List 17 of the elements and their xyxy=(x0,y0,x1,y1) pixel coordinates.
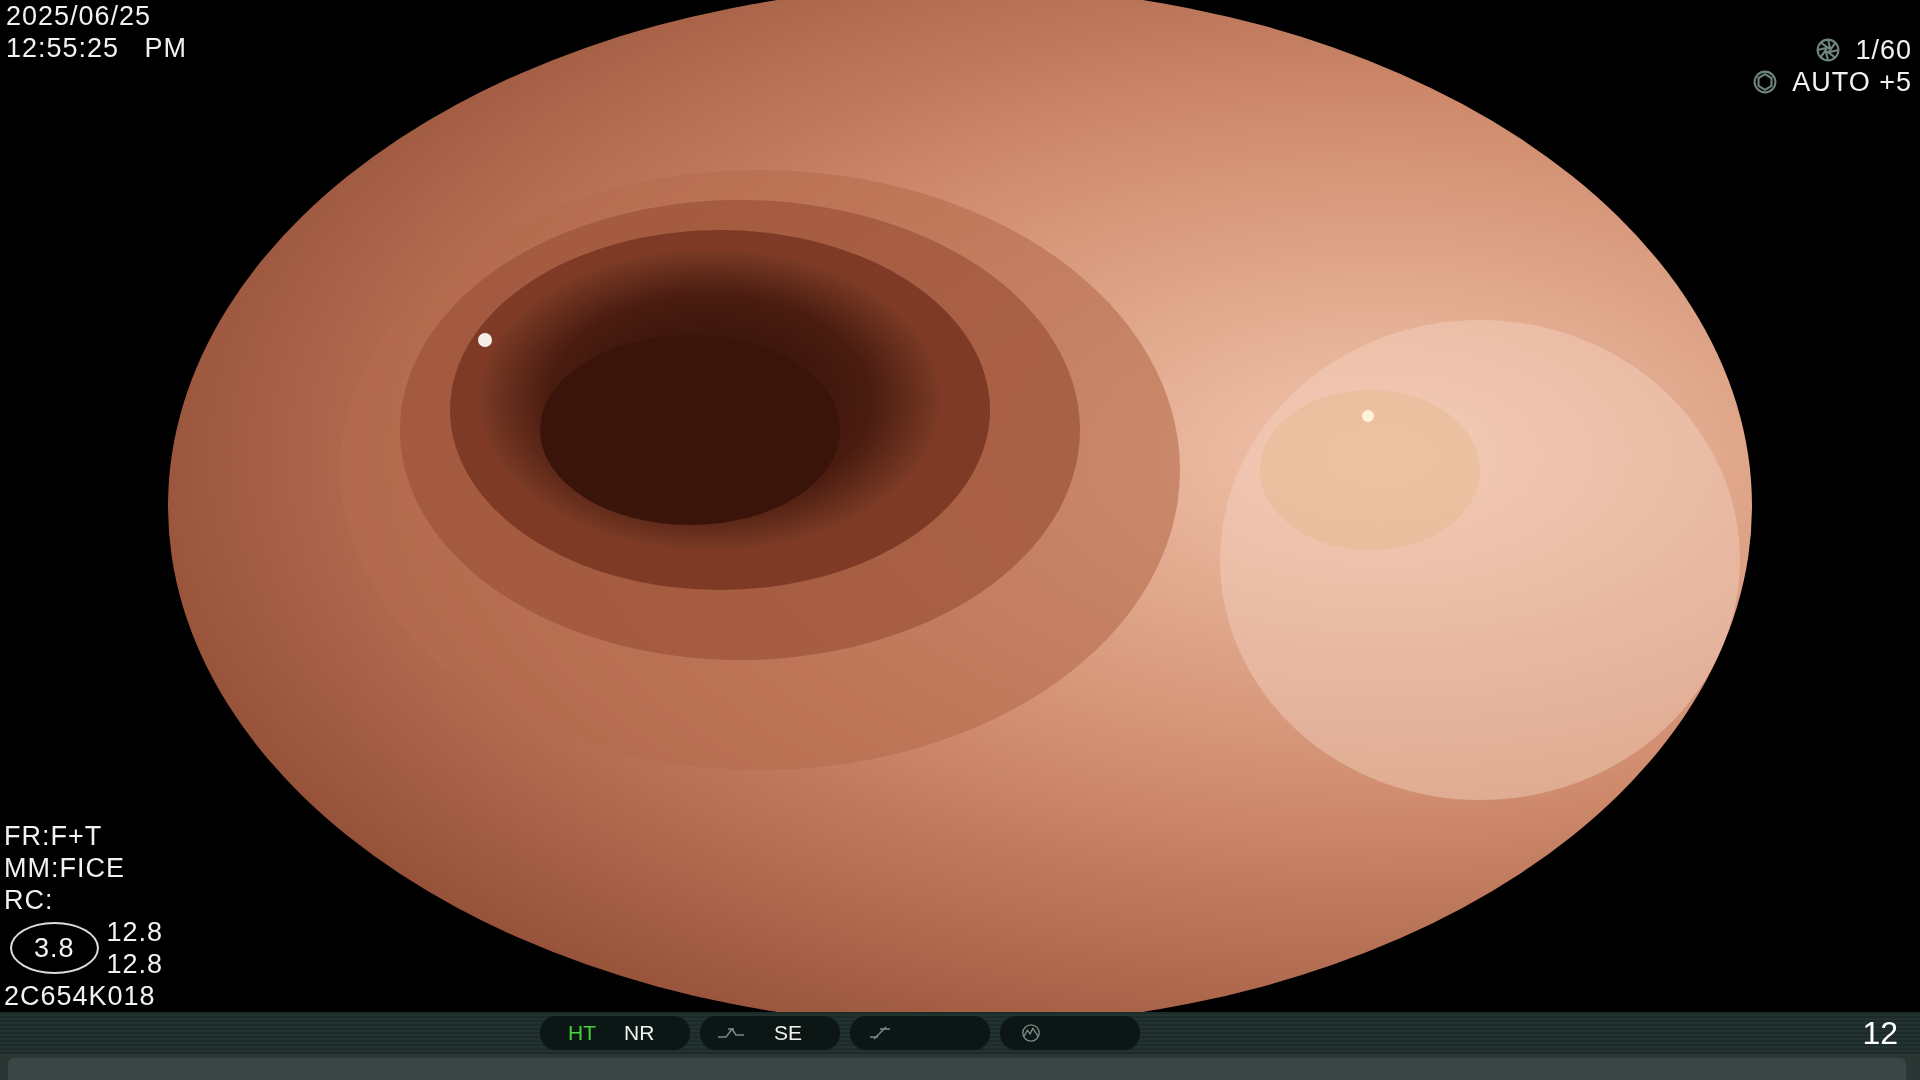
date-text: 2025/06/25 xyxy=(6,0,153,32)
zoom-value: 3.8 xyxy=(10,922,99,974)
exposure-text: AUTO +5 xyxy=(1792,66,1912,98)
time-text: 12:55:25 PM xyxy=(6,32,188,64)
reading-text: 12.8 xyxy=(106,948,164,980)
mode-label: NR xyxy=(624,1021,655,1045)
setting-text: FR:F+T xyxy=(4,820,104,852)
shutter-text: 1/60 xyxy=(1855,34,1912,66)
setting-text: RC: xyxy=(4,884,55,916)
mode-label: SE xyxy=(774,1021,802,1045)
mode-label: HT xyxy=(568,1021,596,1045)
scope-id: 2C654K018 xyxy=(4,980,157,1012)
setting-text: MM:FICE xyxy=(4,852,126,884)
reading-text: 12.8 xyxy=(106,916,164,948)
frame-counter: 12 xyxy=(1862,1014,1898,1052)
aperture-icon xyxy=(1752,69,1779,95)
shutter-icon xyxy=(1815,37,1842,63)
